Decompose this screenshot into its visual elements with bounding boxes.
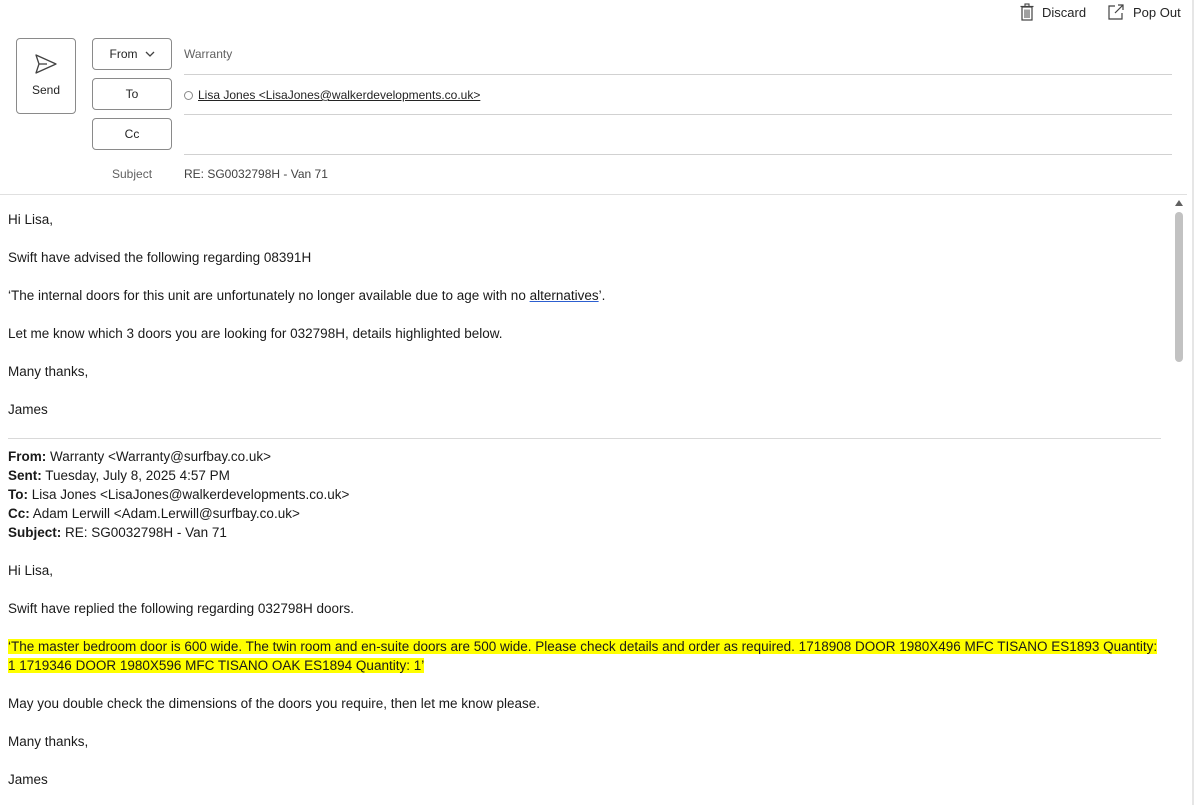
quoted-subject-value: RE: SG0032798H - Van 71 [61,525,227,540]
quoted-cc: Cc: Adam Lerwill <Adam.Lerwill@surfbay.c… [8,504,1168,523]
quoted-line: Swift have replied the following regardi… [8,601,354,616]
pop-out-button[interactable]: Pop Out [1107,2,1187,22]
presence-status-icon [184,91,193,100]
cc-field[interactable] [184,118,1172,155]
quoted-from: From: Warranty <Warranty@surfbay.co.uk> [8,447,1168,466]
pop-out-icon [1108,4,1124,20]
spellcheck-word[interactable]: alternatives [530,288,599,303]
header-divider [0,194,1187,195]
chevron-down-icon [145,51,154,57]
quoted-cc-label: Cc: [8,506,30,521]
trash-icon [1020,3,1034,21]
scrollbar-thumb[interactable] [1175,212,1183,362]
subject-input[interactable]: RE: SG0032798H - Van 71 [184,167,328,181]
send-button[interactable]: Send [16,38,76,114]
quoted-header: From: Warranty <Warranty@surfbay.co.uk> … [8,447,1168,542]
to-field[interactable]: Lisa Jones <LisaJones@walkerdevelopments… [184,78,1172,115]
scroll-up-arrow-icon[interactable] [1175,200,1183,206]
quoted-from-value: Warranty <Warranty@surfbay.co.uk> [46,449,272,464]
from-field[interactable]: Warranty [184,38,1172,75]
quoted-sent-value: Tuesday, July 8, 2025 4:57 PM [41,468,230,483]
to-recipient-chip[interactable]: Lisa Jones <LisaJones@walkerdevelopments… [198,88,480,102]
to-button[interactable]: To [92,78,172,110]
quoted-greeting: Hi Lisa, [8,563,54,578]
signoff: Many thanks, [8,364,89,379]
signature-name: James [8,402,48,417]
message-body[interactable]: Hi Lisa, Swift have advised the followin… [8,210,1168,805]
window-edge [1192,0,1194,805]
quoted-sent: Sent: Tuesday, July 8, 2025 4:57 PM [8,466,1168,485]
subject-label: Subject [112,167,153,181]
quoted-to-label: To: [8,487,28,502]
cc-button[interactable]: Cc [92,118,172,150]
quoted-subject-label: Subject: [8,525,62,540]
send-icon [35,54,57,74]
quoted-subject: Subject: RE: SG0032798H - Van 71 [8,523,1168,542]
send-label: Send [31,83,61,97]
to-label: To [125,87,139,101]
quoted-cc-value: Adam Lerwill <Adam.Lerwill@surfbay.co.uk… [29,506,300,521]
quoted-highlight-paragraph: ‘The master bedroom door is 600 wide. Th… [8,637,1168,675]
cc-label: Cc [124,127,140,141]
pop-out-label: Pop Out [1133,4,1181,20]
greeting: Hi Lisa, [8,212,54,227]
quoted-signoff: Many thanks, [8,734,89,749]
quoted-to-value: Lisa Jones <LisaJones@walkerdevelopments… [28,487,350,502]
discard-button[interactable]: Discard [1020,2,1100,22]
quoted-to: To: Lisa Jones <LisaJones@walkerdevelopm… [8,485,1168,504]
highlighted-text: ‘The master bedroom door is 600 wide. Th… [8,639,1158,673]
from-value: Warranty [184,47,233,61]
body-line: Let me know which 3 doors you are lookin… [8,326,503,341]
body-text: ’. [598,288,606,303]
body-text: ‘The internal doors for this unit are un… [8,288,530,303]
quoted-sent-label: Sent: [8,468,42,483]
quoted-line: May you double check the dimensions of t… [8,696,541,711]
quoted-signature-name: James [8,772,48,787]
body-line: Swift have advised the following regardi… [8,250,312,265]
quoted-message-divider [8,438,1161,439]
vertical-scrollbar[interactable] [1173,198,1185,805]
discard-label: Discard [1042,4,1087,20]
quoted-from-label: From: [8,449,47,464]
body-line: ‘The internal doors for this unit are un… [8,286,1168,305]
from-button[interactable]: From [92,38,172,70]
from-label: From [109,47,138,61]
